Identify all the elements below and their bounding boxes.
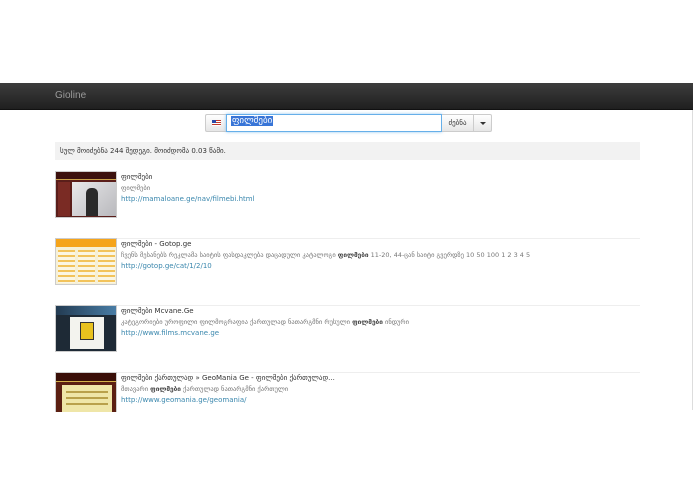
result-snippet: ჩვენს მესანებს რეკლამა საიტის ფასდაკლება… — [121, 251, 531, 259]
result-item: ფილმები Mcvane.Ge კატეგორიები უროფილი ფი… — [55, 305, 640, 373]
main-content: ფილმები ძებნა სულ მოიძებნა 244 შედეგი. მ… — [0, 110, 693, 412]
result-thumbnail[interactable] — [55, 305, 117, 352]
result-body: ფილმები ქართულად » GeoMania Ge - ფილმები… — [121, 373, 636, 406]
result-thumbnail[interactable] — [55, 372, 117, 412]
language-select-button[interactable] — [205, 114, 226, 132]
result-body: ფილმები - Gotop.ge ჩვენს მესანებს რეკლამ… — [121, 239, 636, 272]
result-item: ფილმები ქართულად » GeoMania Ge - ფილმები… — [55, 372, 640, 412]
search-form: ფილმები ძებნა — [205, 114, 492, 132]
result-title[interactable]: ფილმები - Gotop.ge — [121, 239, 636, 250]
result-thumbnail[interactable] — [55, 238, 117, 285]
results-stats: სულ მოიძებნა 244 შედეგი. მოიძდომა 0.03 წ… — [55, 142, 640, 160]
chevron-down-icon — [479, 121, 486, 125]
result-url[interactable]: http://www.geomania.ge/geomania/ — [121, 395, 636, 406]
result-url[interactable]: http://mamaloane.ge/nav/filmebi.html — [121, 194, 636, 205]
search-input[interactable]: ფილმები — [226, 114, 442, 132]
search-button[interactable]: ძებნა — [442, 114, 474, 132]
result-snippet: ფილმები — [121, 184, 151, 192]
result-item: ფილმები ფილმები http://mamaloane.ge/nav/… — [55, 171, 640, 239]
result-body: ფილმები ფილმები http://mamaloane.ge/nav/… — [121, 172, 636, 205]
result-title[interactable]: ფილმები — [121, 172, 636, 183]
result-item: ფილმები - Gotop.ge ჩვენს მესანებს რეკლამ… — [55, 238, 640, 306]
result-snippet: კატეგორიები უროფილი ფილმოგრაფია ქართულად… — [121, 318, 409, 326]
result-url[interactable]: http://gotop.ge/cat/1/2/10 — [121, 261, 636, 272]
result-thumbnail[interactable] — [55, 171, 117, 218]
top-navbar: Gioline — [0, 83, 693, 110]
result-snippet: მთავარი ფილმები ქართულად ნათარგმნი ქართუ… — [121, 385, 289, 393]
brand-logo[interactable]: Gioline — [55, 90, 86, 101]
result-title[interactable]: ფილმები ქართულად » GeoMania Ge - ფილმები… — [121, 373, 636, 384]
result-title[interactable]: ფილმები Mcvane.Ge — [121, 306, 636, 317]
search-query-text: ფილმები — [231, 116, 274, 126]
us-flag-icon — [211, 120, 221, 126]
page: Gioline ფილმები ძებნა სულ მოიძებნა 244 შ… — [0, 0, 695, 494]
result-body: ფილმები Mcvane.Ge კატეგორიები უროფილი ფი… — [121, 306, 636, 339]
search-options-dropdown[interactable] — [474, 114, 492, 132]
result-url[interactable]: http://www.films.mcvane.ge — [121, 328, 636, 339]
